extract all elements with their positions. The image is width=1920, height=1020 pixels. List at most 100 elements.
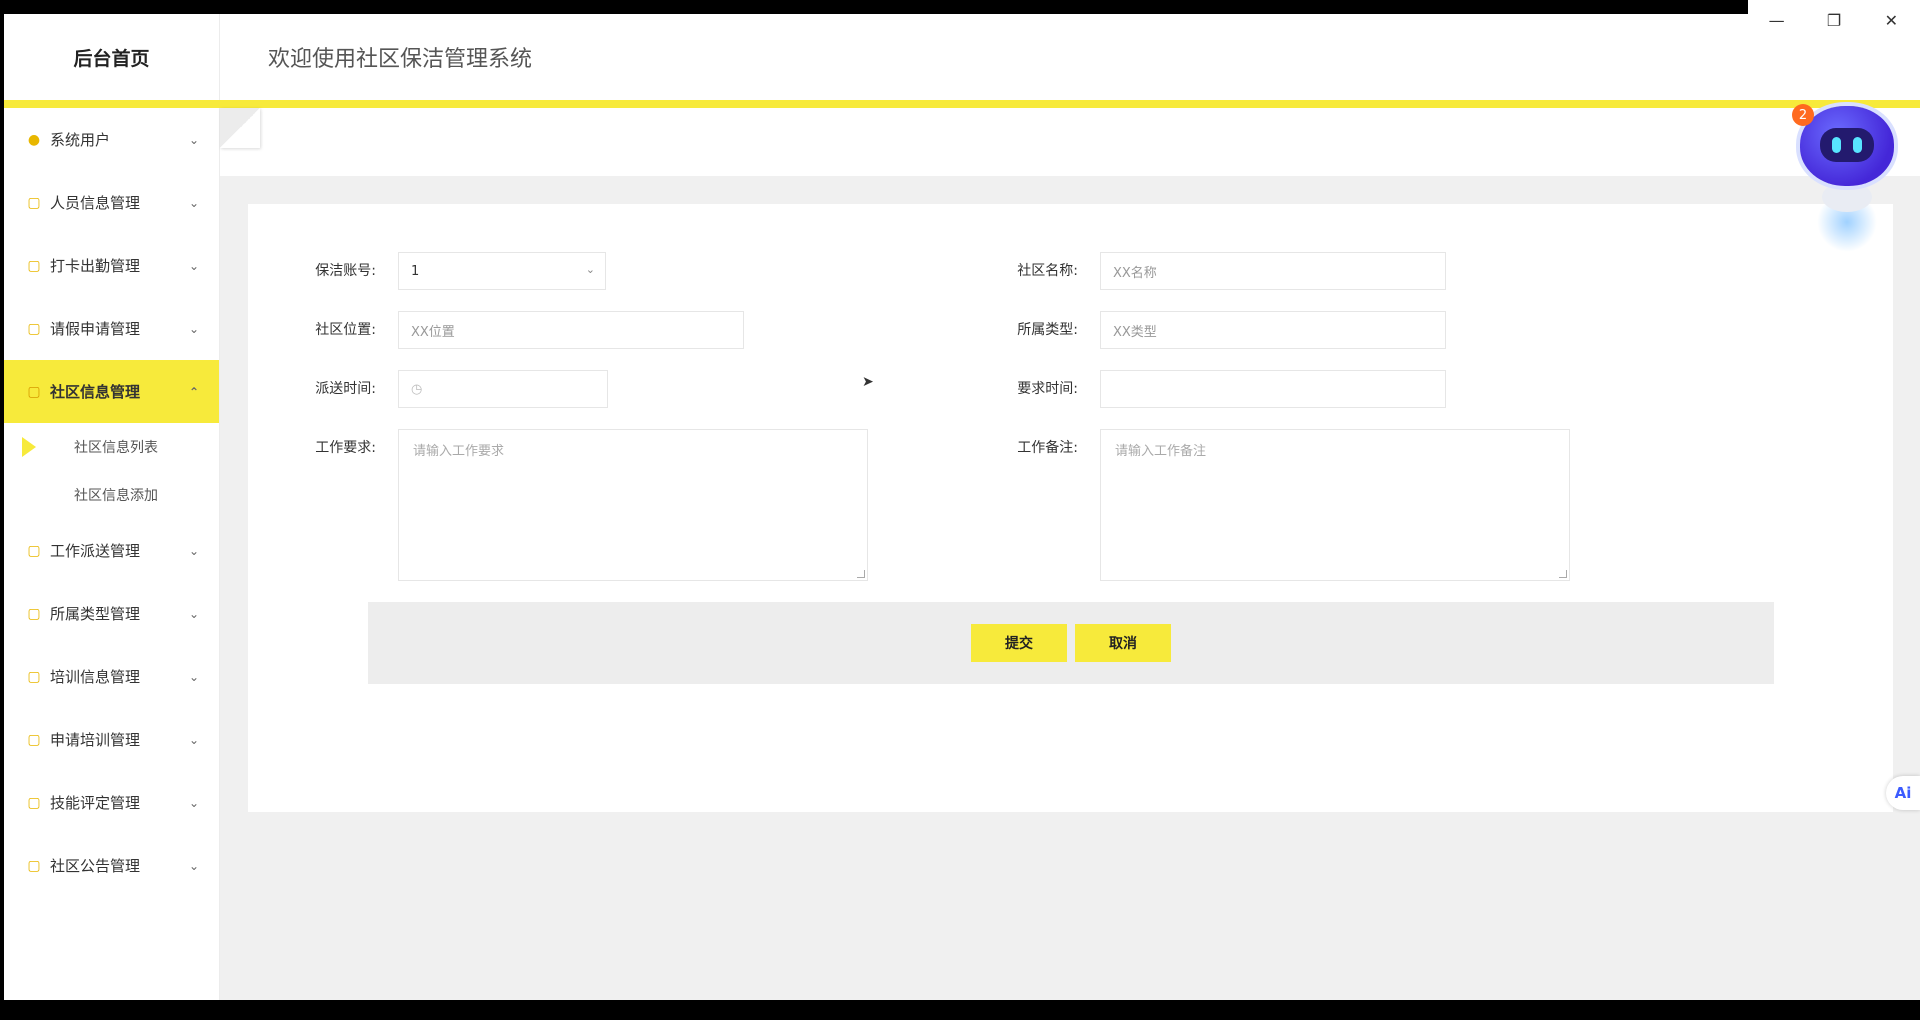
screen-top-bar: [0, 0, 1920, 14]
work-requirement-textarea[interactable]: 请输入工作要求: [398, 429, 868, 581]
chevron-up-icon: ⌃: [188, 384, 199, 399]
robot-face: [1820, 128, 1874, 162]
chevron-down-icon: ⌄: [188, 132, 199, 147]
minimize-icon[interactable]: —: [1757, 11, 1797, 30]
sidebar-item-label: 社区信息管理: [50, 383, 141, 401]
account-select[interactable]: 1 ⌄: [398, 252, 606, 290]
folder-icon: ▢: [27, 794, 41, 811]
app-window: 后台首页 欢迎使用社区保洁管理系统 ● 系统用户 ⌄ ▢ 人员信息管理 ⌄ ▢ …: [4, 14, 1920, 1000]
tab-strip: [220, 108, 1920, 176]
row-type: 所属类型: XX类型: [950, 311, 1446, 349]
ai-assistant-robot[interactable]: 2: [1792, 96, 1902, 252]
submenu-item-community-list[interactable]: 社区信息列表: [4, 423, 219, 471]
brand-home-link[interactable]: 后台首页: [4, 14, 220, 100]
resize-handle-icon[interactable]: [1559, 570, 1567, 578]
community-name-input[interactable]: XX名称: [1100, 252, 1446, 290]
account-select-value: 1: [411, 263, 420, 279]
page-welcome-title: 欢迎使用社区保洁管理系统: [268, 47, 533, 72]
submenu-item-label: 社区信息列表: [74, 440, 158, 456]
row-work-requirement: 工作要求: 请输入工作要求: [248, 429, 868, 581]
type-label: 所属类型:: [1017, 322, 1078, 338]
community-location-label: 社区位置:: [315, 322, 376, 338]
type-input[interactable]: XX类型: [1100, 311, 1446, 349]
account-label: 保洁账号:: [315, 263, 376, 279]
robot-head-icon: [1800, 106, 1894, 186]
sidebar-item-training-apply[interactable]: ▢ 申请培训管理 ⌄: [4, 708, 219, 771]
dispatch-time-label: 派送时间:: [315, 381, 376, 397]
row-community-name: 社区名称: XX名称: [950, 252, 1446, 290]
sidebar-item-label: 所属类型管理: [50, 605, 141, 623]
dispatch-time-picker[interactable]: ◷: [398, 370, 608, 408]
work-requirement-placeholder: 请输入工作要求: [413, 444, 505, 459]
cancel-button[interactable]: 取消: [1075, 624, 1171, 662]
work-requirement-label: 工作要求:: [315, 440, 376, 456]
work-note-textarea[interactable]: 请输入工作备注: [1100, 429, 1570, 581]
sidebar-item-type[interactable]: ▢ 所属类型管理 ⌄: [4, 582, 219, 645]
sidebar-item-announcements[interactable]: ▢ 社区公告管理 ⌄: [4, 834, 219, 897]
chevron-down-icon: ⌄: [188, 732, 199, 747]
sidebar-item-system-users[interactable]: ● 系统用户 ⌄: [4, 108, 219, 171]
sidebar-item-label: 请假申请管理: [50, 320, 141, 338]
community-location-placeholder: XX位置: [411, 324, 455, 340]
sidebar-item-label: 申请培训管理: [50, 731, 141, 749]
row-required-time: 要求时间:: [950, 370, 1446, 408]
header-accent-line: [4, 100, 1920, 108]
main-content: 保洁账号: 1 ⌄ 社区名称: XX名称 社区位置: XX位置 所属类型: XX…: [220, 108, 1920, 1000]
sidebar-item-skill-assessment[interactable]: ▢ 技能评定管理 ⌄: [4, 771, 219, 834]
sidebar-item-label: 打卡出勤管理: [50, 257, 141, 275]
header: 后台首页 欢迎使用社区保洁管理系统: [4, 14, 1920, 100]
community-name-label: 社区名称:: [1017, 263, 1078, 279]
type-placeholder: XX类型: [1113, 324, 1157, 340]
submenu-item-community-add[interactable]: 社区信息添加: [4, 471, 219, 519]
sidebar-item-training-info[interactable]: ▢ 培训信息管理 ⌄: [4, 645, 219, 708]
row-community-location: 社区位置: XX位置: [248, 311, 744, 349]
close-icon[interactable]: ✕: [1871, 11, 1911, 30]
folder-icon: ▢: [27, 257, 41, 274]
required-time-label: 要求时间:: [1017, 381, 1078, 397]
form-actions: 提交 取消: [368, 602, 1774, 684]
restore-icon[interactable]: ❐: [1814, 11, 1854, 30]
folder-icon: ▢: [27, 605, 41, 622]
sidebar-item-work-dispatch[interactable]: ▢ 工作派送管理 ⌄: [4, 519, 219, 582]
screen-bottom-bar: [0, 1000, 1920, 1020]
row-work-note: 工作备注: 请输入工作备注: [950, 429, 1570, 581]
mouse-cursor-icon: ➤: [862, 374, 874, 390]
sidebar-item-staff-info[interactable]: ▢ 人员信息管理 ⌄: [4, 171, 219, 234]
sidebar-item-label: 人员信息管理: [50, 194, 141, 212]
robot-eye-left: [1832, 137, 1841, 153]
chevron-down-icon: ⌄: [188, 258, 199, 273]
sidebar-item-attendance[interactable]: ▢ 打卡出勤管理 ⌄: [4, 234, 219, 297]
folder-icon: ▢: [27, 542, 41, 559]
sidebar-item-label: 社区公告管理: [50, 857, 141, 875]
folder-icon: ▢: [27, 731, 41, 748]
sidebar-item-community-info[interactable]: ▢ 社区信息管理 ⌃: [4, 360, 219, 423]
sidebar-item-label: 培训信息管理: [50, 668, 141, 686]
current-item-arrow-icon: [22, 437, 36, 457]
sidebar-toggle-corner[interactable]: [220, 108, 260, 148]
chevron-down-icon: ⌄: [188, 321, 199, 336]
community-submenu: 社区信息列表 社区信息添加: [4, 423, 219, 519]
community-name-placeholder: XX名称: [1113, 265, 1157, 281]
sidebar-item-label: 系统用户: [50, 131, 111, 149]
user-icon: ●: [27, 131, 41, 148]
chevron-down-icon: ⌄: [188, 195, 199, 210]
folder-icon: ▢: [27, 194, 41, 211]
sidebar-item-leave[interactable]: ▢ 请假申请管理 ⌄: [4, 297, 219, 360]
resize-handle-icon[interactable]: [857, 570, 865, 578]
sidebar-item-label: 工作派送管理: [50, 542, 141, 560]
submit-button[interactable]: 提交: [971, 624, 1067, 662]
robot-eye-right: [1853, 137, 1862, 153]
notification-badge: 2: [1792, 104, 1814, 126]
form-card: 保洁账号: 1 ⌄ 社区名称: XX名称 社区位置: XX位置 所属类型: XX…: [248, 204, 1893, 812]
submenu-item-label: 社区信息添加: [74, 488, 158, 504]
chevron-down-icon: ⌄: [188, 669, 199, 684]
ai-side-tab[interactable]: Ai: [1886, 776, 1920, 810]
required-time-input[interactable]: [1100, 370, 1446, 408]
community-location-input[interactable]: XX位置: [398, 311, 744, 349]
robot-body: [1822, 182, 1872, 212]
row-account: 保洁账号: 1 ⌄: [248, 252, 606, 290]
work-note-placeholder: 请输入工作备注: [1115, 444, 1207, 459]
work-note-label: 工作备注:: [1017, 440, 1078, 456]
folder-icon: ▢: [27, 383, 41, 400]
chevron-down-icon: ⌄: [188, 795, 199, 810]
